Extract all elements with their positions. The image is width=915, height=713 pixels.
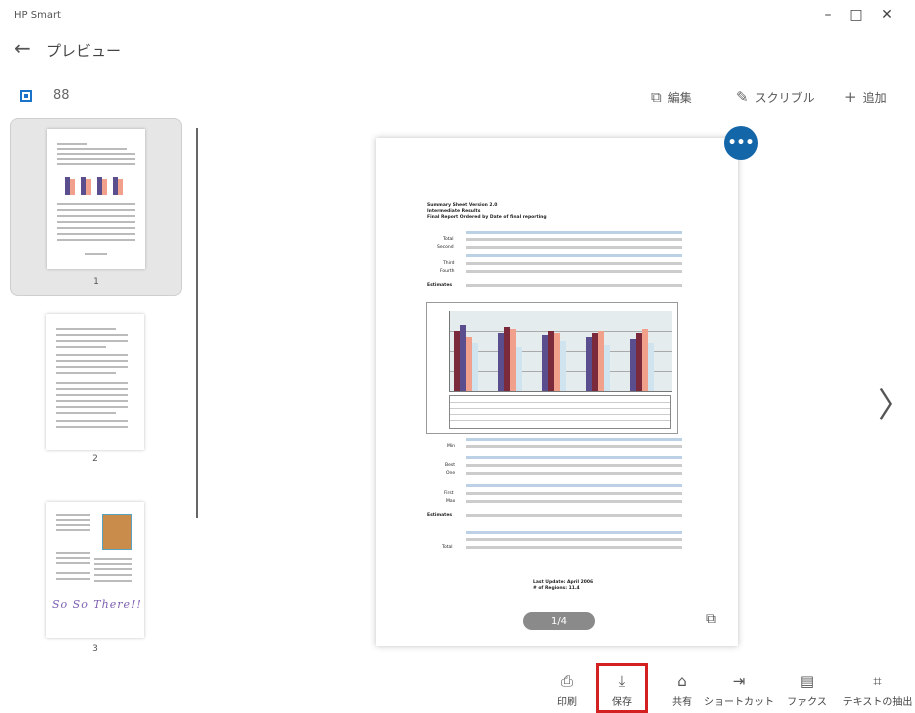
- thumbnail-scrollbar[interactable]: [196, 128, 198, 518]
- close-button[interactable]: ✕: [872, 4, 902, 26]
- fax-label: ファクス: [787, 697, 827, 708]
- edit-label: 編集: [667, 90, 692, 105]
- share-label: 共有: [672, 697, 692, 708]
- row-label: Total: [442, 545, 453, 550]
- single-view-icon[interactable]: [20, 90, 32, 102]
- rotate-icon[interactable]: ⧉: [706, 611, 716, 627]
- row-label: Min: [447, 444, 455, 449]
- print-label: 印刷: [557, 697, 577, 708]
- back-arrow-icon[interactable]: ←: [14, 38, 31, 58]
- add-button[interactable]: + 追加: [844, 88, 887, 106]
- embedded-chart: [426, 302, 678, 434]
- text-extract-icon: ⌗: [873, 672, 882, 690]
- minimize-button[interactable]: –: [813, 4, 843, 26]
- extract-text-label: テキストの抽出: [842, 697, 913, 708]
- row-label: One: [446, 471, 456, 476]
- row-label: Second: [437, 245, 454, 250]
- doc-subtitle: Intermediate Results: [427, 209, 481, 214]
- printer-icon: ⎙: [560, 672, 573, 690]
- row-label: Fourth: [440, 269, 455, 274]
- thumbnail-image: [47, 129, 145, 269]
- save-highlight-box: [596, 663, 648, 713]
- scribble-icon: ✎: [736, 88, 749, 106]
- thumbnail-image: [46, 314, 144, 450]
- more-options-button[interactable]: •••: [724, 126, 758, 160]
- shortcut-label: ショートカット: [704, 697, 774, 708]
- thumbnail-page-2[interactable]: 2: [10, 308, 180, 468]
- thumbnail-page-3[interactable]: So So There!! 3: [10, 498, 180, 658]
- row-label: Third: [443, 261, 455, 266]
- add-label: 追加: [862, 90, 887, 105]
- app-title: HP Smart: [14, 10, 61, 21]
- doc-title: Summary Sheet Version 2.0: [427, 203, 498, 208]
- row-label: Best: [445, 463, 455, 468]
- scribble-button[interactable]: ✎ スクリブル: [736, 88, 815, 106]
- shortcut-button[interactable]: ⇥ ショートカット: [704, 672, 774, 708]
- row-label: First: [444, 491, 454, 496]
- row-label: Estimates: [427, 513, 453, 518]
- extract-text-button[interactable]: ⌗ テキストの抽出: [840, 672, 915, 708]
- scribble-label: スクリブル: [754, 90, 815, 105]
- fax-button[interactable]: ▤ ファクス: [772, 672, 842, 708]
- maximize-button[interactable]: □: [841, 4, 871, 26]
- plus-icon: +: [844, 88, 857, 106]
- thumbnail-label: 2: [92, 454, 98, 464]
- edit-button[interactable]: ⧉ 編集: [651, 88, 692, 106]
- page-indicator: 1/4: [523, 612, 595, 630]
- page-title: プレビュー: [46, 42, 122, 60]
- doc-subtitle: Final Report Ordered by Date of final re…: [427, 215, 547, 220]
- thumbnail-page-1[interactable]: 1: [10, 118, 182, 296]
- grid-view-icon[interactable]: 88: [53, 88, 70, 103]
- row-label: Total: [443, 237, 454, 242]
- fax-icon: ▤: [799, 672, 815, 690]
- shortcut-icon: ⇥: [732, 672, 746, 690]
- row-label: Max: [446, 499, 456, 504]
- share-icon: ⌂: [677, 672, 687, 690]
- portrait-photo: [102, 514, 132, 550]
- doc-footer: # of Regions: 11.4: [533, 586, 580, 591]
- script-text: So So There!!: [52, 598, 142, 611]
- row-label: Estimates: [427, 283, 453, 288]
- doc-footer: Last Update: April 2006: [533, 580, 594, 585]
- thumbnail-label: 1: [93, 277, 99, 287]
- thumbnail-label: 3: [92, 644, 98, 654]
- thumbnail-image: So So There!!: [46, 502, 144, 638]
- next-page-arrow-icon[interactable]: 〉: [878, 378, 912, 427]
- edit-icon: ⧉: [651, 88, 662, 106]
